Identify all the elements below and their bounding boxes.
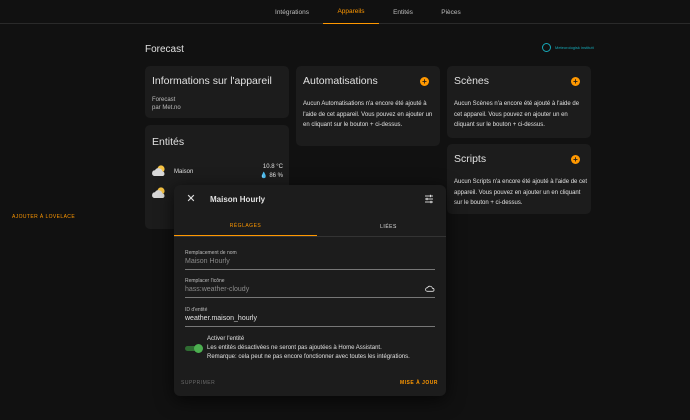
name-override-label: Remplacement de nom bbox=[185, 250, 237, 256]
icon-override-input[interactable]: hass:weather-cloudy bbox=[185, 286, 249, 293]
icon-override-label: Remplacer l'icône bbox=[185, 278, 225, 284]
brand-name: Meteorologisk institutt bbox=[555, 45, 594, 50]
tab-areas[interactable]: Pièces bbox=[428, 0, 474, 24]
page-title: Forecast bbox=[145, 44, 184, 55]
scenes-empty-text: Aucun Scènes n'a encore été ajouté à l'a… bbox=[454, 101, 580, 128]
enable-entity-toggle[interactable] bbox=[185, 344, 203, 353]
met-logo-icon bbox=[542, 43, 551, 52]
weather-partly-cloudy-icon bbox=[152, 187, 165, 198]
integration-brand-logo: Meteorologisk institutt bbox=[542, 43, 597, 52]
device-info-title: Informations sur l'appareil bbox=[152, 75, 272, 87]
scenes-title: Scènes bbox=[454, 75, 490, 87]
tab-settings[interactable]: RÉGLAGES bbox=[174, 217, 317, 236]
device-info-card: Informations sur l'appareil Forecast par… bbox=[145, 66, 289, 118]
enable-entity-label: Activer l'entité bbox=[207, 336, 245, 342]
tab-related[interactable]: LIÉES bbox=[317, 217, 460, 236]
tab-divider bbox=[174, 236, 446, 237]
enable-entity-description: Les entités désactivées ne seront pas aj… bbox=[207, 344, 442, 362]
entity-humidity-value: 86 % bbox=[269, 173, 283, 179]
tab-devices[interactable]: Appareils bbox=[323, 0, 379, 24]
delete-button[interactable]: SUPPRIMER bbox=[181, 380, 215, 386]
name-override-field[interactable]: Remplacement de nom Maison Hourly bbox=[185, 250, 435, 270]
entity-humidity: 💧 86 % bbox=[260, 172, 283, 181]
close-icon[interactable]: ✕ bbox=[186, 194, 196, 205]
entity-id-field[interactable]: ID d'entité weather.maison_hourly bbox=[185, 307, 435, 327]
device-meta: Forecast par Met.no bbox=[152, 97, 181, 112]
name-override-input[interactable]: Maison Hourly bbox=[185, 258, 230, 265]
entity-temperature: 10.8 °C bbox=[262, 164, 283, 170]
entity-id-input[interactable]: weather.maison_hourly bbox=[185, 315, 257, 322]
enable-description-line1: Les entités désactivées ne seront pas aj… bbox=[207, 345, 382, 351]
entity-settings-dialog: ✕ Maison Hourly RÉGLAGES LIÉES Remplacem… bbox=[174, 185, 446, 396]
entity-state: 10.8 °C 💧 86 % bbox=[260, 163, 283, 181]
add-automation-button[interactable]: + bbox=[420, 77, 429, 86]
scripts-title: Scripts bbox=[454, 153, 487, 165]
tab-integrations[interactable]: Intégrations bbox=[262, 0, 322, 24]
entity-row[interactable]: Maison 10.8 °C 💧 86 % bbox=[151, 163, 283, 183]
update-button[interactable]: MISE À JOUR bbox=[400, 380, 438, 386]
device-manufacturer: par Met.no bbox=[152, 104, 181, 111]
enable-description-line2: Remarque: cela peut ne pas encore foncti… bbox=[207, 354, 410, 360]
water-drop-icon: 💧 bbox=[260, 173, 268, 179]
toggle-knob bbox=[194, 344, 203, 353]
entity-id-label: ID d'entité bbox=[185, 307, 208, 313]
scripts-card: Scripts + Aucun Scripts n'a encore été a… bbox=[447, 144, 591, 214]
tab-entities[interactable]: Entités bbox=[380, 0, 426, 24]
weather-cloudy-icon bbox=[425, 285, 435, 292]
icon-override-field[interactable]: Remplacer l'icône hass:weather-cloudy bbox=[185, 278, 435, 298]
device-model: Forecast bbox=[152, 97, 176, 103]
entities-title: Entités bbox=[152, 136, 185, 148]
scenes-card: Scènes + Aucun Scènes n'a encore été ajo… bbox=[447, 66, 591, 138]
entity-name: Maison bbox=[174, 169, 194, 175]
automations-card: Automatisations + Aucun Automatisations … bbox=[296, 66, 440, 146]
add-script-button[interactable]: + bbox=[571, 155, 580, 164]
scripts-empty-text: Aucun Scripts n'a encore été ajouté à l'… bbox=[454, 179, 588, 206]
add-to-lovelace-button[interactable]: AJOUTER À LOVELACE bbox=[12, 214, 75, 220]
automations-title: Automatisations bbox=[303, 75, 378, 87]
add-scene-button[interactable]: + bbox=[571, 77, 580, 86]
automations-empty-text: Aucun Automatisations n'a encore été ajo… bbox=[303, 101, 433, 128]
tune-sliders-icon[interactable] bbox=[424, 194, 434, 204]
weather-partly-cloudy-icon bbox=[152, 165, 165, 176]
dialog-title: Maison Hourly bbox=[210, 195, 266, 204]
top-tab-bar: Intégrations Appareils Entités Pièces bbox=[0, 0, 690, 24]
